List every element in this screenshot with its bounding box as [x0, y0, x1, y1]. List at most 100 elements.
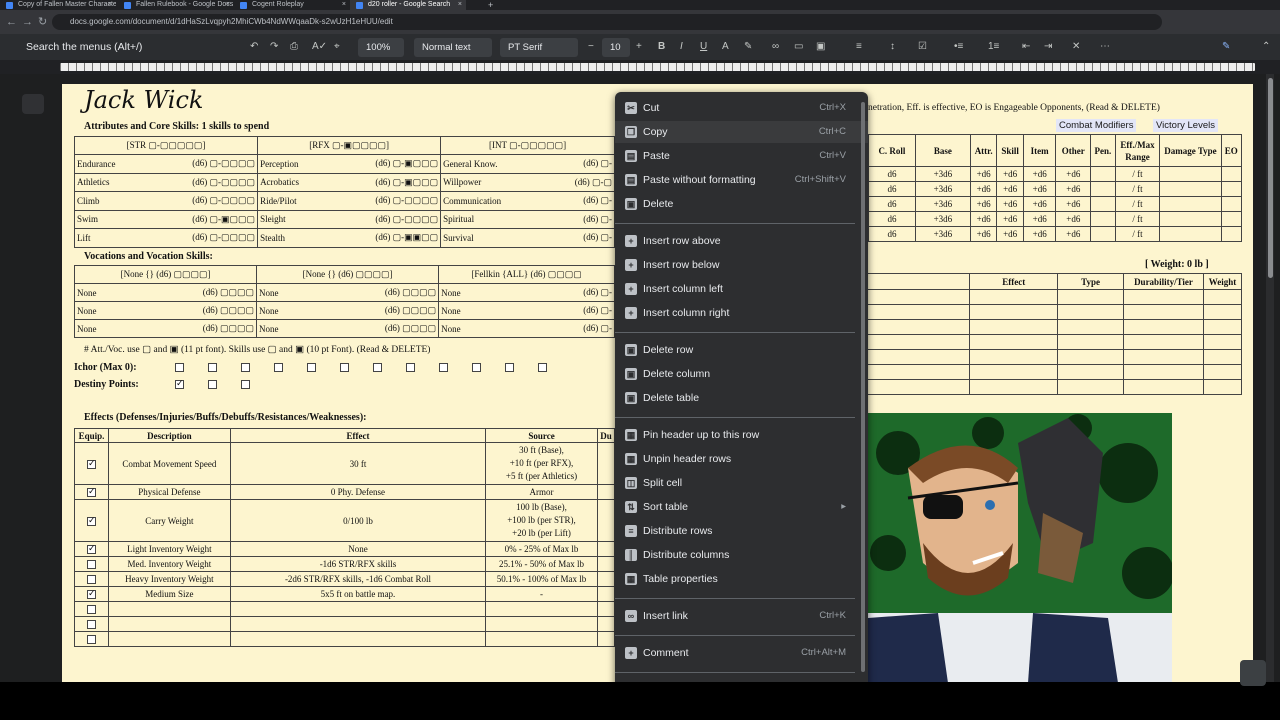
- skill-row[interactable]: Lift (d6) ▢-▢▢▢▢ Stealth (d6) ▢-▣▣▢▢ Surviva…: [74, 228, 615, 248]
- inventory-cell[interactable]: [969, 334, 1059, 350]
- table-cell[interactable]: Sleight: [257, 209, 358, 229]
- weapon-row[interactable]: d6 +3d6 +d6 +d6 +d6 +d6/ ft: [868, 166, 1243, 182]
- menu-item-unpin-header-rows[interactable]: ▦ Unpin header rows: [615, 448, 868, 470]
- image-icon[interactable]: ▣: [816, 40, 825, 54]
- weapon-cell[interactable]: +d6: [1022, 196, 1057, 212]
- duration-cell[interactable]: [596, 601, 616, 617]
- inventory-cell[interactable]: [868, 334, 971, 350]
- weapon-row[interactable]: d6 +3d6 +d6 +d6 +d6 +d6/ ft: [868, 211, 1243, 227]
- menu-item-insert-column-right[interactable]: + Insert column right: [615, 302, 868, 324]
- weapon-cell[interactable]: +3d6: [914, 181, 971, 197]
- effects-header-cell[interactable]: Du: [596, 428, 616, 443]
- clear-formatting-icon[interactable]: ✕: [1072, 40, 1080, 54]
- inventory-cell[interactable]: [1202, 319, 1243, 335]
- table-cell[interactable]: Communication: [440, 191, 541, 211]
- inventory-header-cell[interactable]: Type: [1057, 273, 1125, 290]
- table-cell[interactable]: (d6) ▢-: [540, 228, 615, 248]
- inventory-cell[interactable]: [1202, 364, 1243, 380]
- weapon-cell[interactable]: +d6: [1055, 181, 1092, 197]
- weapon-cell[interactable]: / ft: [1114, 196, 1161, 212]
- table-cell[interactable]: (d6) ▢-▢▢▢▢: [357, 209, 442, 229]
- browser-tab[interactable]: d20 roller - Google Search ×: [350, 0, 466, 10]
- inventory-cell[interactable]: [969, 304, 1059, 320]
- table-cell[interactable]: (d6) ▢-: [538, 319, 615, 338]
- inventory-cell[interactable]: [1123, 349, 1204, 365]
- inventory-cell[interactable]: [969, 379, 1059, 395]
- ichor-checkbox[interactable]: [307, 363, 316, 372]
- weapon-cell[interactable]: [1159, 196, 1222, 212]
- ichor-checkbox[interactable]: [439, 363, 448, 372]
- weapon-row[interactable]: d6 +3d6 +d6 +d6 +d6 +d6/ ft: [868, 196, 1243, 212]
- close-tab-icon[interactable]: ×: [342, 0, 346, 10]
- table-cell[interactable]: (d6) ▢▢▢▢: [174, 319, 258, 338]
- table-cell[interactable]: Swim: [74, 209, 175, 229]
- weapon-cell[interactable]: +d6: [996, 226, 1024, 242]
- table-cell[interactable]: (d6) ▢-: [538, 301, 615, 320]
- destiny-checkbox[interactable]: [241, 380, 250, 389]
- effect-row[interactable]: Physical Defense0 Phy. Defense Armor: [74, 484, 616, 500]
- underline-icon[interactable]: U: [700, 40, 707, 54]
- equip-cell[interactable]: [74, 484, 109, 500]
- weapon-cell[interactable]: [1159, 211, 1222, 227]
- vocation-row[interactable]: None (d6) ▢▢▢▢ None (d6) ▢▢▢▢ None (d6) ▢-: [74, 283, 615, 302]
- increase-indent-icon[interactable]: ⇥: [1044, 40, 1052, 54]
- url-field[interactable]: docs.google.com/document/d/1dHaSzLvqpyh2…: [52, 14, 1162, 30]
- effect-value[interactable]: -2d6 STR/RFX skills, -1d6 Combat Roll: [229, 571, 487, 587]
- ichor-checkbox[interactable]: [406, 363, 415, 372]
- close-tab-icon[interactable]: ×: [458, 0, 462, 10]
- effect-row[interactable]: [74, 601, 616, 617]
- effect-description[interactable]: Med. Inventory Weight: [107, 556, 231, 572]
- weapon-cell[interactable]: [1090, 211, 1116, 227]
- effect-value[interactable]: 0/100 lb: [229, 499, 487, 542]
- effect-source[interactable]: 30 ft (Base), +10 ft (per RFX), +5 ft (per…: [485, 442, 598, 485]
- table-cell[interactable]: None: [438, 301, 539, 320]
- table-cell[interactable]: (d6) ▢-: [538, 283, 615, 302]
- table-header-cell[interactable]: [RFX ▢-▣▢▢▢▢]: [257, 136, 442, 155]
- weapon-cell[interactable]: [1159, 166, 1222, 182]
- font-size-decrease-button[interactable]: −: [588, 40, 594, 54]
- weapon-header-cell[interactable]: Damage Type: [1159, 134, 1222, 167]
- menu-item-distribute-columns[interactable]: ║ Distribute columns: [615, 544, 868, 566]
- inventory-cell[interactable]: [1057, 304, 1125, 320]
- weapon-cell[interactable]: d6: [868, 181, 916, 197]
- effect-source[interactable]: 0% - 25% of Max lb: [485, 541, 598, 557]
- table-cell[interactable]: (d6) ▢-: [540, 209, 615, 229]
- effect-value[interactable]: [229, 616, 487, 632]
- weapon-cell[interactable]: +d6: [1022, 166, 1057, 182]
- equip-cell[interactable]: [74, 571, 109, 587]
- numbered-list-icon[interactable]: 1≡: [988, 40, 999, 54]
- print-icon[interactable]: ⎙: [290, 40, 298, 54]
- table-cell[interactable]: (d6) ▢-▢▢▢▢: [174, 191, 259, 211]
- menu-item-delete-table[interactable]: ▣ Delete table: [615, 387, 868, 409]
- inventory-cell[interactable]: [1057, 319, 1125, 335]
- menu-item-insert-row-above[interactable]: + Insert row above: [615, 230, 868, 252]
- equip-checkbox[interactable]: [86, 588, 96, 600]
- table-cell[interactable]: (d6) ▢▢▢▢: [174, 283, 258, 302]
- inventory-cell[interactable]: [969, 349, 1059, 365]
- effect-row[interactable]: Carry Weight0/100 lb 100 lb (Base), +100 l…: [74, 499, 616, 542]
- table-cell[interactable]: (d6) ▢-▢: [540, 172, 615, 192]
- menu-item-delete-row[interactable]: ▣ Delete row: [615, 339, 868, 361]
- weapon-cell[interactable]: +3d6: [914, 211, 971, 227]
- inventory-cell[interactable]: [1057, 349, 1125, 365]
- text-color-icon[interactable]: A: [722, 40, 729, 54]
- effect-description[interactable]: [107, 631, 231, 647]
- ichor-checkbox[interactable]: [241, 363, 250, 372]
- weapon-cell[interactable]: +d6: [1055, 211, 1092, 227]
- zoom-select[interactable]: 100%: [358, 38, 404, 57]
- equip-checkbox[interactable]: [86, 575, 96, 585]
- table-cell[interactable]: General Know.: [440, 154, 541, 174]
- inventory-row[interactable]: [868, 349, 1243, 365]
- weapon-cell[interactable]: +d6: [1055, 226, 1092, 242]
- font-size-field[interactable]: 10: [602, 38, 630, 57]
- ichor-checkbox[interactable]: [505, 363, 514, 372]
- weapon-header-cell[interactable]: Attr.: [969, 134, 998, 167]
- inventory-row[interactable]: [868, 334, 1243, 350]
- effect-row[interactable]: Light Inventory WeightNone 0% - 25% of Ma…: [74, 541, 616, 557]
- more-icon[interactable]: ⋯: [1100, 40, 1110, 54]
- effect-source[interactable]: -: [485, 586, 598, 602]
- weapon-header-cell[interactable]: Pen.: [1090, 134, 1116, 167]
- explore-button[interactable]: [1240, 660, 1266, 686]
- weapon-cell[interactable]: [1090, 181, 1116, 197]
- font-size-increase-button[interactable]: +: [636, 40, 642, 54]
